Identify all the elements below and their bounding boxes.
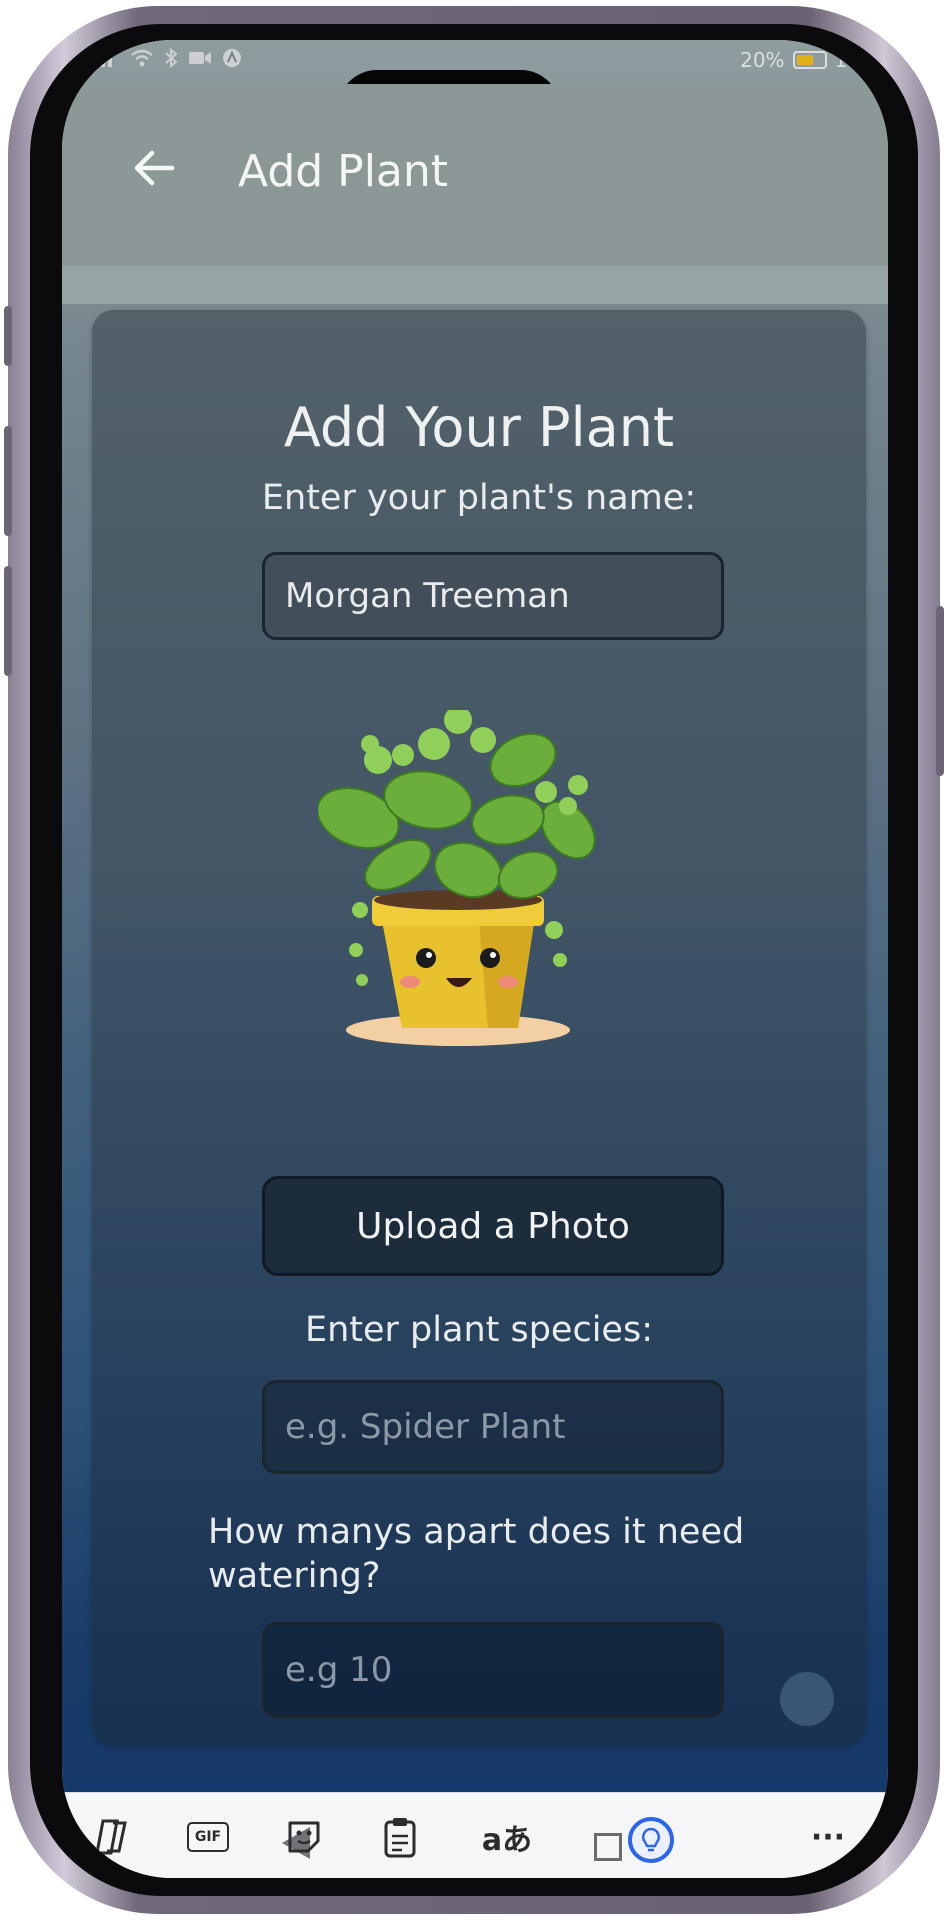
translate-icon[interactable]: aあ xyxy=(472,1811,542,1863)
more-label: ··· xyxy=(810,1819,846,1855)
status-icons-left xyxy=(94,48,242,68)
app-notification-icon xyxy=(223,49,241,67)
bulb-glyph xyxy=(642,1827,660,1852)
gif-label: GIF xyxy=(186,1822,230,1852)
battery-icon xyxy=(792,51,827,69)
sticker-icon[interactable] xyxy=(278,1811,330,1863)
translate-label: aあ xyxy=(481,1823,533,1858)
species-label: Enter plant species: xyxy=(304,1310,653,1350)
sticker-glyph xyxy=(288,1821,320,1853)
nav-recents-icon[interactable] xyxy=(594,1833,622,1861)
apps-icon[interactable] xyxy=(86,1811,138,1863)
clipboard-icon[interactable] xyxy=(374,1811,426,1863)
floating-action-button[interactable] xyxy=(780,1672,834,1726)
status-time: 16 xyxy=(834,48,860,72)
potted-plant-illustration xyxy=(318,710,596,1046)
app-bar-divider xyxy=(62,266,888,304)
signal-icon xyxy=(94,53,112,67)
watering-interval-label: How manys apart does it need watering? xyxy=(208,1512,745,1596)
watering-interval-input[interactable]: e.g 10 xyxy=(262,1622,724,1718)
video-icon xyxy=(189,52,211,64)
volume-down-button xyxy=(4,566,12,676)
status-icons-right: 20% 16 xyxy=(740,48,860,72)
apps-glyph xyxy=(95,1819,127,1855)
mute-switch xyxy=(4,306,12,366)
wifi-icon xyxy=(131,49,153,67)
volume-up-button xyxy=(4,426,12,536)
nav-home-icon[interactable] xyxy=(628,1817,674,1863)
plant-name-label: Enter your plant's name: xyxy=(261,478,697,518)
bluetooth-icon xyxy=(165,48,178,68)
more-icon[interactable]: ··· xyxy=(802,1811,854,1863)
keyboard-toolbar: GIF aあ ··· xyxy=(62,1792,888,1878)
species-placeholder: e.g. Spider Plant xyxy=(285,1407,566,1447)
gif-icon[interactable]: GIF xyxy=(182,1811,234,1863)
plant-name-value: Morgan Treeman xyxy=(285,576,570,616)
form-heading: Add Your Plant xyxy=(283,396,675,459)
clipboard-glyph xyxy=(384,1818,416,1858)
power-button xyxy=(936,606,944,776)
plant-name-input[interactable]: Morgan Treeman xyxy=(262,552,724,640)
watering-placeholder: e.g 10 xyxy=(285,1650,393,1690)
screen: 20% 16 Add Plant Add Your Plant Enter yo… xyxy=(62,40,888,1878)
upload-photo-button[interactable]: Upload a Photo xyxy=(262,1176,724,1276)
page-title: Add Plant xyxy=(238,146,449,197)
back-arrow-icon[interactable] xyxy=(130,144,178,192)
app-bar: Add Plant xyxy=(62,84,888,266)
add-plant-card: Add Your Plant Enter your plant's name: … xyxy=(92,310,866,1746)
battery-percent: 20% xyxy=(740,48,785,72)
species-input[interactable]: e.g. Spider Plant xyxy=(262,1380,724,1474)
